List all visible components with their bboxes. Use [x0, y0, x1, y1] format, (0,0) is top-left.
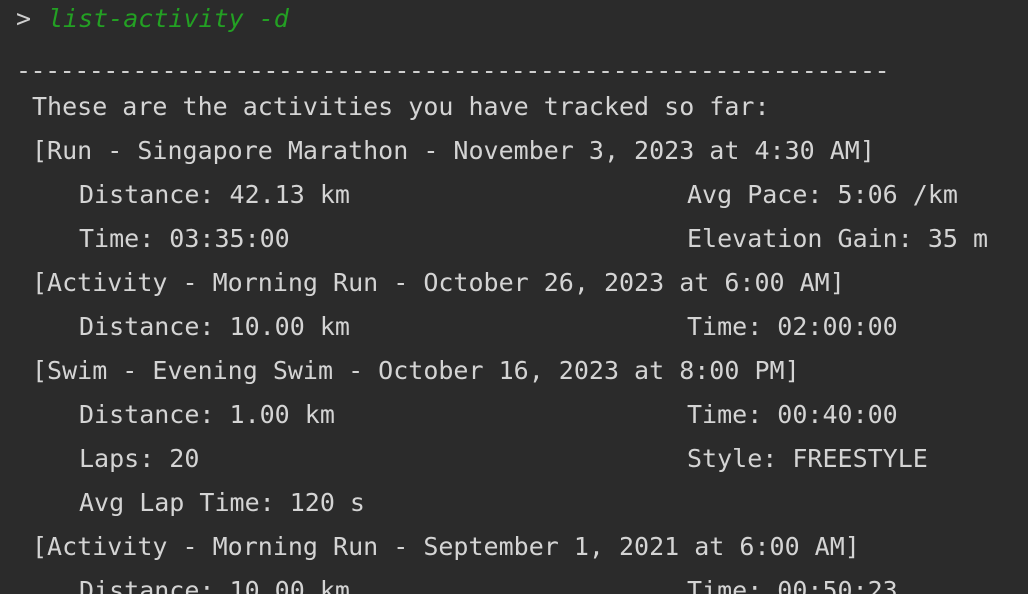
activity-header-line: [Activity - Morning Run - September 1, 2…: [0, 525, 860, 569]
activity-header-line: [Swim - Evening Swim - October 16, 2023 …: [0, 349, 800, 393]
detail-right: Time: 00:50:23: [687, 576, 898, 594]
detail-right: Avg Pace: 5:06 /km: [687, 180, 958, 209]
activity-detail-row: Avg Lap Time: 120 s: [0, 481, 365, 525]
activity-detail-row: Time: 03:35:00 Elevation Gain: 35 m: [0, 217, 988, 261]
detail-left: Avg Lap Time: 120 s: [79, 488, 365, 517]
activity-header-line: [Run - Singapore Marathon - November 3, …: [0, 129, 875, 173]
prompt-line: > list-activity -d: [0, 0, 289, 41]
detail-left: Distance: 10.00 km: [79, 312, 350, 341]
activity-header: [Run - Singapore Marathon - November 3, …: [32, 136, 875, 165]
detail-left: Laps: 20: [79, 444, 200, 473]
intro-text: These are the activities you have tracke…: [32, 92, 770, 121]
activity-header: [Swim - Evening Swim - October 16, 2023 …: [32, 356, 800, 385]
activity-detail-row: Distance: 10.00 km Time: 00:50:23: [0, 569, 898, 594]
command-text: list-activity -d: [48, 4, 289, 33]
activity-header-line: [Activity - Morning Run - October 26, 20…: [0, 261, 845, 305]
detail-left: Time: 03:35:00: [79, 224, 290, 253]
intro-line: These are the activities you have tracke…: [0, 85, 770, 129]
activity-detail-row: Laps: 20 Style: FREESTYLE: [0, 437, 928, 481]
detail-right: Time: 02:00:00: [687, 312, 898, 341]
detail-right: Style: FREESTYLE: [687, 444, 928, 473]
activity-detail-row: Distance: 10.00 km Time: 02:00:00: [0, 305, 898, 349]
terminal-output[interactable]: > list-activity -d ---------------------…: [0, 0, 1028, 594]
detail-right: Elevation Gain: 35 m: [687, 224, 989, 253]
activity-detail-row: Distance: 1.00 km Time: 00:40:00: [0, 393, 898, 437]
activity-header: [Activity - Morning Run - October 26, 20…: [32, 268, 845, 297]
detail-left: Distance: 1.00 km: [79, 400, 335, 429]
detail-left: Distance: 42.13 km: [79, 180, 350, 209]
prompt-symbol: >: [16, 4, 32, 33]
detail-left: Distance: 10.00 km: [79, 576, 350, 594]
detail-right: Time: 00:40:00: [687, 400, 898, 429]
activity-detail-row: Distance: 42.13 km Avg Pace: 5:06 /km: [0, 173, 958, 217]
activity-header: [Activity - Morning Run - September 1, 2…: [32, 532, 860, 561]
